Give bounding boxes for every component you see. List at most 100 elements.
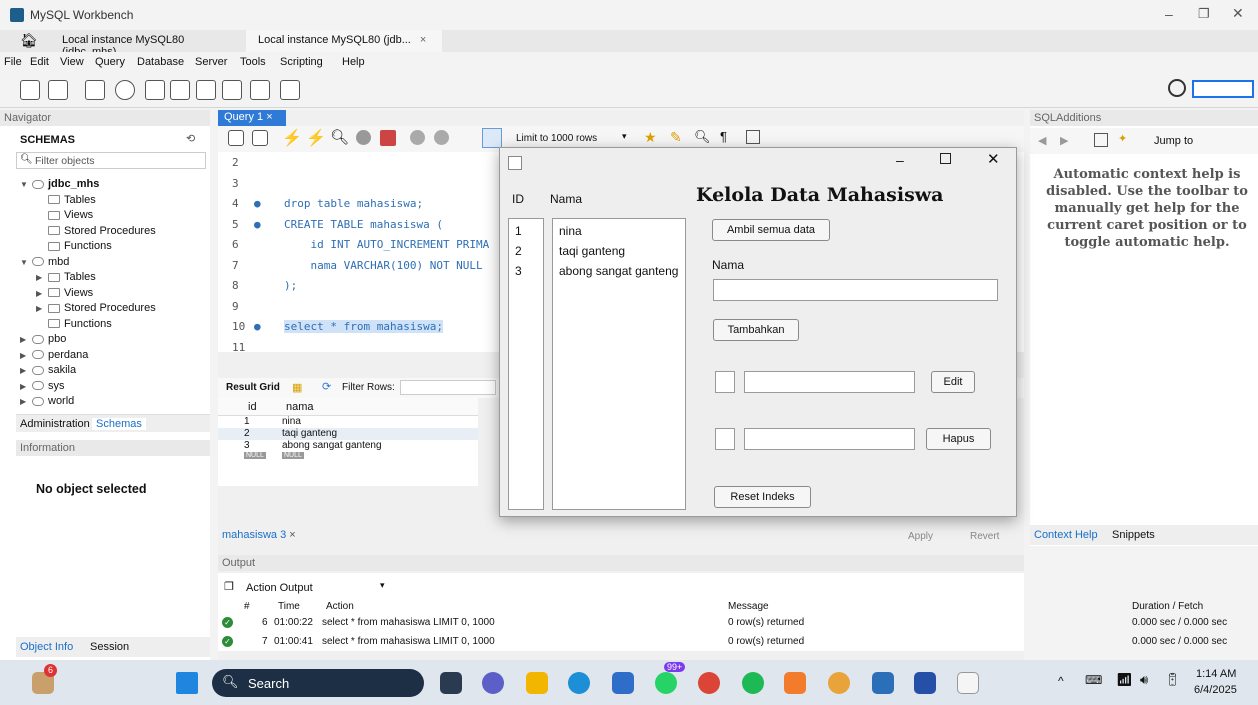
- result-grid-label[interactable]: Result Grid: [226, 382, 280, 393]
- whatsapp-icon[interactable]: [655, 672, 677, 694]
- connection-tab-active[interactable]: Local instance MySQL80 (jdb... ×: [246, 30, 442, 52]
- limit-rows-select[interactable]: Limit to 1000 rows: [516, 133, 597, 144]
- virtualbox-icon[interactable]: [914, 672, 936, 694]
- name-list[interactable]: nina taqi ganteng abong sangat ganteng: [552, 218, 686, 510]
- wifi-icon[interactable]: 📶︎: [1116, 672, 1133, 688]
- chevron-up-icon[interactable]: ^: [1058, 674, 1064, 688]
- layout-toggle-icon[interactable]: [1192, 80, 1254, 98]
- grid-col-id[interactable]: id: [248, 401, 257, 413]
- create-procedure-icon[interactable]: [196, 80, 216, 100]
- menu-server[interactable]: Server: [195, 56, 227, 68]
- create-function-icon[interactable]: [222, 80, 242, 100]
- create-schema-icon[interactable]: [115, 80, 135, 100]
- tree-item[interactable]: Functions: [20, 239, 206, 255]
- star-icon[interactable]: ★: [644, 129, 657, 146]
- app-orange-icon[interactable]: [784, 672, 806, 694]
- reset-indeks-button[interactable]: Reset Indeks: [714, 486, 811, 508]
- tree-item[interactable]: ▼ jdbc_mhs: [20, 177, 206, 193]
- filter-objects-box[interactable]: 🔍︎ Filter objects: [16, 152, 206, 169]
- chevron-down-icon[interactable]: ▾: [380, 580, 385, 591]
- menu-edit[interactable]: Edit: [30, 56, 49, 68]
- tree-item[interactable]: ▶ perdana: [20, 348, 206, 364]
- grid-col-nama[interactable]: nama: [286, 401, 314, 413]
- tree-arrow-icon[interactable]: ▶: [36, 286, 48, 302]
- query-tab[interactable]: Query 1 ×: [218, 110, 286, 126]
- clock-date[interactable]: 6/4/2025: [1194, 684, 1237, 696]
- menu-database[interactable]: Database: [137, 56, 184, 68]
- result-tab[interactable]: mahasiswa 3 ×: [222, 529, 296, 541]
- tree-item[interactable]: ▶ Tables: [20, 270, 206, 286]
- tree-item[interactable]: ▼ mbd: [20, 255, 206, 271]
- tree-arrow-icon[interactable]: ▶: [20, 332, 32, 348]
- refresh-schemas-icon[interactable]: ⟲: [186, 132, 195, 145]
- name-list-item[interactable]: abong sangat ganteng: [559, 264, 678, 278]
- tab-context-help[interactable]: Context Help: [1034, 529, 1098, 541]
- jump-to-select[interactable]: Jump to: [1154, 135, 1193, 147]
- id-list[interactable]: 1 2 3: [508, 218, 544, 510]
- tree-item[interactable]: Views: [20, 208, 206, 224]
- edit-button[interactable]: Edit: [931, 371, 975, 393]
- menu-scripting[interactable]: Scripting: [280, 56, 323, 68]
- meet-icon[interactable]: [482, 672, 504, 694]
- context-help-icon[interactable]: [1094, 133, 1108, 147]
- inspector-icon[interactable]: [85, 80, 105, 100]
- auto-help-icon[interactable]: ✦: [1118, 132, 1127, 145]
- apply-button[interactable]: Apply: [908, 531, 933, 542]
- tree-item[interactable]: ▶ Views: [20, 286, 206, 302]
- close-tab-icon[interactable]: ×: [266, 111, 272, 123]
- menu-query[interactable]: Query: [95, 56, 125, 68]
- tree-arrow-icon[interactable]: ▶: [20, 363, 32, 379]
- nama-input[interactable]: [713, 279, 998, 301]
- table-row[interactable]: 2 taqi ganteng: [218, 428, 478, 440]
- menu-file[interactable]: File: [4, 56, 22, 68]
- revert-button[interactable]: Revert: [970, 531, 999, 542]
- output-mode-select[interactable]: Action Output: [246, 582, 313, 594]
- file-explorer-icon[interactable]: [526, 672, 548, 694]
- invisible-chars-icon[interactable]: ¶: [720, 129, 727, 144]
- volume-icon[interactable]: 🔊︎: [1140, 672, 1148, 688]
- hapus-button[interactable]: Hapus: [926, 428, 991, 450]
- tree-item[interactable]: ▶ world: [20, 394, 206, 410]
- minimize-icon[interactable]: –: [1165, 6, 1173, 22]
- dialog-maximize-icon[interactable]: [940, 153, 951, 164]
- dialog-close-icon[interactable]: ✕: [987, 150, 1000, 168]
- refresh-icon[interactable]: ⟳: [322, 380, 331, 393]
- ambil-semua-data-button[interactable]: Ambil semua data: [712, 219, 830, 241]
- hapus-nama-input[interactable]: [744, 428, 915, 450]
- store-icon[interactable]: [612, 672, 634, 694]
- tree-item[interactable]: ▶ Stored Procedures: [20, 301, 206, 317]
- edit-nama-input[interactable]: [744, 371, 915, 393]
- tree-arrow-icon[interactable]: ▶: [20, 379, 32, 395]
- rollback-icon[interactable]: [434, 130, 449, 145]
- menu-help[interactable]: Help: [342, 56, 365, 68]
- table-row[interactable]: NULL NULL: [218, 452, 478, 464]
- create-table-icon[interactable]: [145, 80, 165, 100]
- tree-arrow-icon[interactable]: ▼: [20, 177, 32, 193]
- home-icon[interactable]: 🏠︎: [20, 32, 38, 49]
- tree-item[interactable]: Functions: [20, 317, 206, 333]
- new-sql-tab-icon[interactable]: [20, 80, 40, 100]
- id-list-item[interactable]: 2: [515, 244, 522, 258]
- app-blue-icon[interactable]: [872, 672, 894, 694]
- tree-item[interactable]: Tables: [20, 193, 206, 209]
- tree-arrow-icon[interactable]: ▶: [36, 301, 48, 317]
- connection-tab[interactable]: Local instance MySQL80 (jdbc_mhs): [48, 30, 238, 58]
- windows-start-icon[interactable]: [176, 672, 198, 694]
- commit-icon[interactable]: [410, 130, 425, 145]
- copy-icon[interactable]: ❐: [224, 580, 234, 593]
- edit-id-input[interactable]: [715, 371, 735, 393]
- stop-icon[interactable]: [356, 130, 371, 145]
- name-list-item[interactable]: nina: [559, 224, 582, 238]
- tab-schemas[interactable]: Schemas: [92, 418, 146, 430]
- save-icon[interactable]: [252, 130, 268, 146]
- tab-administration[interactable]: Administration: [20, 418, 90, 430]
- tree-item[interactable]: Stored Procedures: [20, 224, 206, 240]
- explain-icon[interactable]: 🔍︎: [330, 128, 349, 146]
- chrome-profile-icon[interactable]: [828, 672, 850, 694]
- autocommit-icon[interactable]: [482, 128, 502, 148]
- task-view-icon[interactable]: [440, 672, 462, 694]
- close-tab-icon[interactable]: ×: [289, 529, 295, 541]
- table-row[interactable]: 1 nina: [218, 416, 478, 428]
- id-list-item[interactable]: 1: [515, 224, 522, 238]
- filter-objects-input[interactable]: Filter objects: [35, 155, 95, 167]
